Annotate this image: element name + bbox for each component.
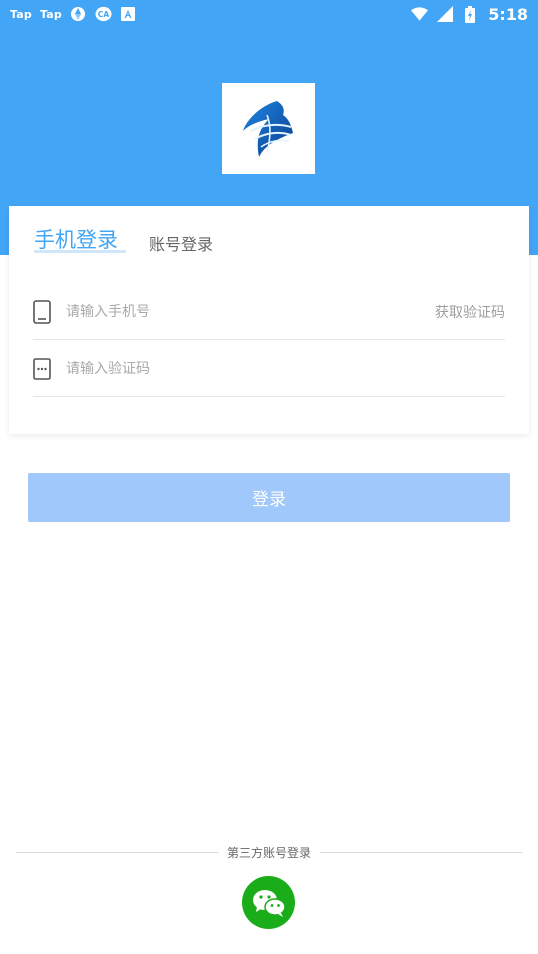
aperture-icon: [70, 6, 87, 23]
signal-icon: [436, 6, 453, 23]
login-button[interactable]: 登录: [28, 473, 510, 522]
get-code-button[interactable]: 获取验证码: [435, 302, 505, 322]
ca-icon: CA: [95, 6, 112, 23]
divider-line-right: [320, 851, 523, 853]
svg-text:CA: CA: [98, 10, 110, 19]
phone-icon: [33, 299, 51, 324]
status-app-label-2: Tap: [39, 7, 62, 21]
logo-mark-icon: [242, 100, 293, 157]
phone-input[interactable]: [66, 303, 435, 320]
login-card: 手机登录 账号登录 获取验证码: [9, 206, 529, 434]
wifi-icon: [411, 6, 429, 23]
app-logo: [222, 83, 315, 174]
battery-icon: [461, 5, 478, 23]
third-party-divider: 第三方账号登录: [16, 842, 523, 862]
code-input[interactable]: [66, 360, 505, 377]
wechat-login-button[interactable]: [242, 876, 295, 929]
tab-active-indicator: [34, 250, 126, 253]
wechat-icon: [252, 889, 286, 917]
status-bar: Tap Tap CA 5:18: [0, 0, 538, 28]
divider-line-left: [16, 851, 218, 853]
tab-account-login[interactable]: 账号登录: [149, 231, 213, 255]
third-party-label: 第三方账号登录: [227, 845, 312, 860]
phone-field-row: 获取验证码: [33, 284, 505, 340]
code-field-row: [33, 341, 505, 397]
status-app-label-1: Tap: [10, 7, 32, 21]
a-box-icon: [120, 6, 137, 23]
verification-code-icon: [33, 357, 51, 381]
status-time: 5:18: [488, 4, 528, 24]
